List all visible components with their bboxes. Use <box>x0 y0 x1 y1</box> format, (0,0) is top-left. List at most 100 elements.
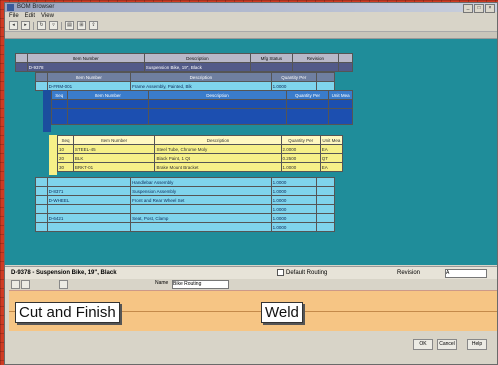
remove-step-icon[interactable] <box>21 280 30 289</box>
table-row[interactable]: D-WHEEL Front and Rear Wheel Set 1.0000 <box>35 195 335 205</box>
cell-expander[interactable] <box>35 213 48 223</box>
cell-extra <box>316 213 335 223</box>
cell-expander[interactable] <box>35 222 48 232</box>
table-row[interactable]: D-9378 Suspension Bike, 19", Black <box>15 62 353 72</box>
col-header[interactable] <box>316 72 335 82</box>
revision-label: Revision <box>397 270 421 276</box>
col-header[interactable]: Quantity Per <box>280 135 321 145</box>
col-header[interactable]: Item Number <box>46 72 132 82</box>
col-header[interactable]: Description <box>154 135 282 145</box>
cell-expander[interactable] <box>15 62 28 72</box>
filter-icon[interactable]: ▿ <box>49 21 58 30</box>
cell-extra <box>316 204 335 214</box>
cell-quantity: 1.0000 <box>270 222 318 232</box>
col-header[interactable]: Description <box>148 90 287 100</box>
refresh-icon[interactable]: ↻ <box>37 21 46 30</box>
back-icon[interactable]: ◂ <box>9 21 18 30</box>
cell-item <box>66 99 150 109</box>
menu-view[interactable]: View <box>41 12 54 20</box>
default-routing-checkbox[interactable]: Default Routing <box>277 267 327 279</box>
cell-description: Handlebar Assembly <box>130 177 272 187</box>
cell-item <box>46 222 132 232</box>
bom-window: BOM Browser _ □ × File Edit View ◂ ▸ ↻ ▿… <box>4 2 498 365</box>
cell-extra <box>316 195 335 205</box>
step-cut-and-finish[interactable]: Cut and Finish <box>15 302 120 323</box>
ok-button[interactable]: OK <box>413 339 433 350</box>
cell-item: BRKT-01 <box>72 162 156 172</box>
col-header[interactable]: Quantity Per <box>285 90 330 100</box>
col-header[interactable]: Revision <box>291 53 340 63</box>
col-header[interactable]: Item Number <box>72 135 156 145</box>
col-header[interactable]: Unit Mea <box>328 90 353 100</box>
revision-select[interactable]: A <box>445 269 487 278</box>
cell-description: Brake Mount Bracket <box>154 162 282 172</box>
routing-toolbar: Name Bike Routing <box>5 279 497 289</box>
cell-quantity <box>285 99 330 109</box>
table-row[interactable]: D-8371 Suspension Assembly 1.0000 <box>35 186 335 196</box>
col-header[interactable]: Item Number <box>66 90 150 100</box>
print-icon[interactable]: ▤ <box>65 21 74 30</box>
routing-name-field[interactable]: Bike Routing <box>172 280 229 289</box>
table-row[interactable]: Handlebar Assembly 1.0000 <box>35 177 335 187</box>
col-header[interactable]: Description <box>143 53 252 63</box>
forward-icon[interactable]: ▸ <box>21 21 30 30</box>
checkbox-label: Default Routing <box>286 270 328 276</box>
toolbar-separator <box>33 21 34 30</box>
routing-name-label: Name <box>155 280 169 286</box>
cancel-button[interactable]: Cancel <box>437 339 457 350</box>
table-row[interactable]: 1.0000 <box>35 204 335 214</box>
table-row[interactable]: 20 BLK Black Paint, 1 Qt 0.2500 QT <box>57 153 344 163</box>
cell-seq <box>51 99 68 109</box>
cell-item: D-WHEEL <box>46 195 132 205</box>
col-header[interactable]: Mfg Status <box>250 53 293 63</box>
col-header[interactable]: Seq <box>57 135 74 145</box>
col-header[interactable]: Item Number <box>26 53 145 63</box>
export-icon[interactable]: ⇪ <box>89 21 98 30</box>
cell-seq: 30 <box>57 162 74 172</box>
table-row[interactable] <box>51 99 353 109</box>
component-table-continued: Handlebar Assembly 1.0000 D-8371 Suspens… <box>35 177 335 232</box>
col-header[interactable]: Seq <box>51 90 68 100</box>
cell-item: D-6421 <box>46 213 132 223</box>
cell-description: Suspension Bike, 19", Black <box>143 62 252 72</box>
tree-icon[interactable]: ⊞ <box>77 21 86 30</box>
step-weld[interactable]: Weld <box>261 302 303 323</box>
help-button[interactable]: Help <box>467 339 487 350</box>
checkbox-icon[interactable] <box>277 268 284 276</box>
cell-expander[interactable] <box>35 186 48 196</box>
cell-quantity: 1.0000 <box>280 162 321 172</box>
cell-expander[interactable] <box>35 195 48 205</box>
move-step-icon[interactable] <box>59 280 68 289</box>
col-header[interactable]: Quantity Per <box>270 72 318 82</box>
table-row[interactable]: D-6421 Seat, Post, Clamp 1.0000 <box>35 213 335 223</box>
cell-expander[interactable] <box>35 177 48 187</box>
col-header[interactable]: Unit Mea <box>319 135 344 145</box>
routing-flow-area: Cut and Finish Weld <box>9 290 497 332</box>
cell-quantity: 1.0000 <box>270 186 318 196</box>
table-row[interactable]: 10 STEEL-45 Steel Tube, Chrome Moly 2.00… <box>57 144 344 154</box>
minimize-button[interactable]: _ <box>463 4 473 13</box>
col-header[interactable]: Description <box>130 72 272 82</box>
col-header[interactable] <box>338 53 353 63</box>
col-header[interactable] <box>35 72 48 82</box>
window-title: BOM Browser <box>17 4 55 10</box>
toolbar-separator <box>61 21 62 30</box>
cell-description: Black Paint, 1 Qt <box>154 153 282 163</box>
cell-unit <box>328 99 353 109</box>
cell-expander[interactable] <box>35 204 48 214</box>
table-row[interactable] <box>51 108 353 125</box>
table-row[interactable]: 1.0000 <box>35 222 335 232</box>
cell-item: D-8371 <box>46 186 132 196</box>
add-step-icon[interactable] <box>11 280 20 289</box>
app-icon <box>7 4 14 11</box>
cell-description <box>148 99 287 109</box>
table-row[interactable]: 30 BRKT-01 Brake Mount Bracket 1.0000 EA <box>57 162 344 172</box>
cell-unit: EA <box>319 162 344 172</box>
col-header[interactable] <box>15 53 28 63</box>
maximize-button[interactable]: □ <box>474 4 484 13</box>
menu-file[interactable]: File <box>9 12 19 20</box>
cell-quantity: 1.0000 <box>270 177 318 187</box>
menu-edit[interactable]: Edit <box>25 12 35 20</box>
cell-quantity: 1.0000 <box>270 204 318 214</box>
close-button[interactable]: × <box>485 4 495 13</box>
